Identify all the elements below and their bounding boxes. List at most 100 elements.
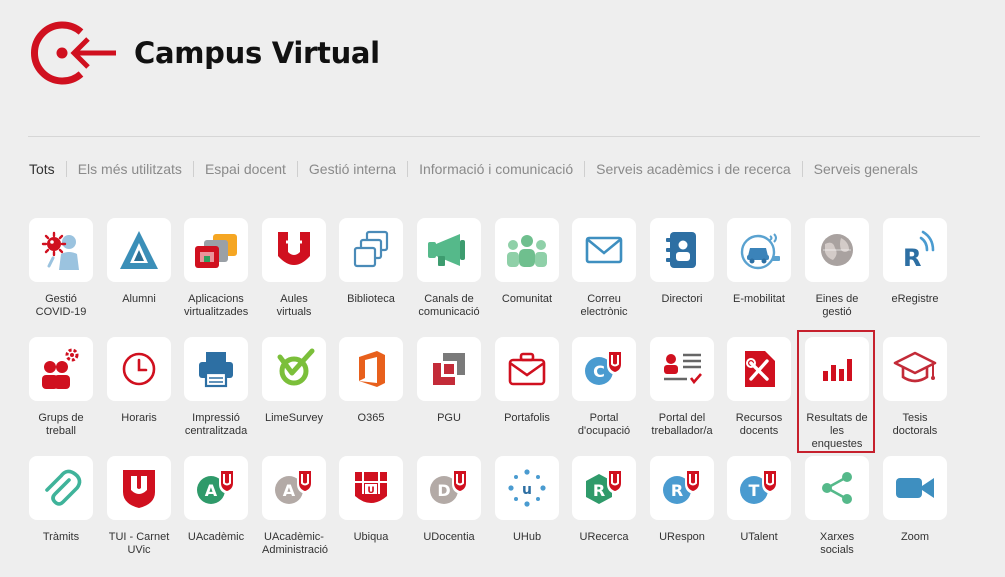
app-portafolis[interactable]: Portafolis [495, 337, 573, 425]
r-hexagon-badge-icon: R [581, 466, 627, 510]
app-recursos-docents[interactable]: Recursos docents [727, 337, 805, 438]
app-resultats-de-les-enquestes[interactable]: Resultats de les enquestes [805, 337, 883, 451]
app-tile[interactable]: T [727, 456, 791, 520]
campus-virtual-logo[interactable]: Campus Virtual [26, 20, 380, 86]
app-impressio-centralitzada[interactable]: Impressió centralitzada [184, 337, 262, 438]
app-uhub[interactable]: u UHub [495, 456, 573, 544]
app-tile[interactable] [727, 337, 791, 401]
filter-serveis-generals[interactable]: Serveis generals [814, 161, 918, 177]
app-directori[interactable]: Directori [650, 218, 728, 306]
app-udocentia[interactable]: D UDocentia [417, 456, 495, 544]
app-tile[interactable]: R [572, 456, 636, 520]
paperclip-icon [39, 466, 83, 510]
app-tile[interactable] [805, 218, 869, 282]
app-tile[interactable]: u [495, 456, 559, 520]
app-tile[interactable] [262, 337, 326, 401]
filter-tots[interactable]: Tots [29, 161, 55, 177]
alumni-a-icon [117, 228, 161, 272]
app-tile[interactable] [29, 337, 93, 401]
app-tile[interactable]: D [417, 456, 481, 520]
app-tesis-doctorals[interactable]: Tesis doctorals [883, 337, 961, 438]
app-tile[interactable]: R [650, 456, 714, 520]
envelope-icon [582, 228, 626, 272]
app-zoom[interactable]: Zoom [883, 456, 961, 544]
app-label: Biblioteca [347, 293, 395, 305]
app-tramits[interactable]: Tràmits [29, 456, 107, 544]
app-label: Portal del treballador/a [651, 412, 713, 437]
filter-separator [407, 161, 409, 177]
app-tile[interactable] [29, 218, 93, 282]
r-uvic-badge-icon: R [659, 466, 705, 510]
app-label: Alumni [122, 293, 156, 305]
app-label: Canals de comunicació [418, 293, 480, 318]
app-label: UDocentia [423, 531, 475, 543]
app-tile[interactable] [805, 456, 869, 520]
app-uacademic-administracio[interactable]: A UAcadèmic-Administració [262, 456, 340, 557]
filter-gestio-interna[interactable]: Gestió interna [309, 161, 396, 177]
app-tile[interactable] [805, 337, 869, 401]
filter-espai-docent[interactable]: Espai docent [205, 161, 286, 177]
app-tile[interactable]: C [572, 337, 636, 401]
app-tile[interactable] [339, 218, 403, 282]
app-tile[interactable] [107, 337, 171, 401]
app-horaris[interactable]: Horaris [107, 337, 185, 425]
app-tile[interactable] [107, 456, 171, 520]
d-uvic-badge-icon: D [426, 466, 472, 510]
app-tile[interactable]: A [184, 456, 248, 520]
app-label: Comunitat [501, 293, 553, 305]
app-aules-virtuals[interactable]: Aules virtuals [262, 218, 340, 319]
app-tile[interactable] [883, 456, 947, 520]
app-biblioteca[interactable]: Biblioteca [339, 218, 417, 306]
video-camera-icon [892, 468, 938, 508]
app-tile[interactable] [339, 337, 403, 401]
app-utalent[interactable]: T UTalent [727, 456, 805, 544]
app-tile[interactable] [417, 218, 481, 282]
app-grups-de-treball[interactable]: Grups de treball [29, 337, 107, 438]
header-divider [28, 136, 980, 137]
app-e-mobilitat[interactable]: E-mobilitat [727, 218, 805, 306]
app-label: Horaris [121, 412, 157, 424]
app-uacademic[interactable]: A UAcadèmic [184, 456, 262, 544]
app-portal-docupacio[interactable]: C Portal d'ocupació [572, 337, 650, 438]
app-tile[interactable] [727, 218, 791, 282]
filter-serveis-academics-i-de-recerca[interactable]: Serveis acadèmics i de recerca [596, 161, 791, 177]
app-tile[interactable] [417, 337, 481, 401]
app-aplicacions-virtualitzades[interactable]: Aplicacions virtualitzades [184, 218, 262, 319]
app-urecerca[interactable]: R URecerca [572, 456, 650, 544]
app-tile[interactable] [29, 456, 93, 520]
app-gestio-covid-19[interactable]: Gestió COVID-19 [29, 218, 107, 319]
app-xarxes-socials[interactable]: Xarxes socials [805, 456, 883, 557]
app-alumni[interactable]: Alumni [107, 218, 185, 306]
svg-text:A: A [283, 481, 296, 500]
app-tile[interactable]: U [339, 456, 403, 520]
a-uvic-badge-icon: A [193, 466, 239, 510]
svg-text:U: U [367, 486, 374, 496]
app-canals-de-comunicacio[interactable]: Canals de comunicació [417, 218, 495, 319]
app-pgu[interactable]: PGU [417, 337, 495, 425]
app-tile[interactable] [107, 218, 171, 282]
app-urespon[interactable]: R URespon [650, 456, 728, 544]
app-tile[interactable] [184, 218, 248, 282]
app-ubiqua[interactable]: U Ubiqua [339, 456, 417, 544]
app-comunitat[interactable]: Comunitat [495, 218, 573, 306]
app-eregistre[interactable]: R eRegistre [883, 218, 961, 306]
app-tile[interactable] [262, 218, 326, 282]
app-o365[interactable]: O365 [339, 337, 417, 425]
briefcase-icon [505, 347, 549, 391]
app-tile[interactable]: R [883, 218, 947, 282]
filter-informacio-i-comunicacio[interactable]: Informació i comunicació [419, 161, 573, 177]
app-tile[interactable] [572, 218, 636, 282]
app-tile[interactable] [650, 218, 714, 282]
app-tile[interactable] [495, 218, 559, 282]
app-tile[interactable] [883, 337, 947, 401]
app-correu-electronic[interactable]: Correu electrònic [572, 218, 650, 319]
app-limesurvey[interactable]: LimeSurvey [262, 337, 340, 425]
app-eines-de-gestio[interactable]: Eines de gestió [805, 218, 883, 319]
app-tile[interactable]: A [262, 456, 326, 520]
app-portal-del-treballador[interactable]: Portal del treballador/a [650, 337, 728, 438]
app-tile[interactable] [650, 337, 714, 401]
filter-els-mes-utilitzats[interactable]: Els més utilitzats [78, 161, 182, 177]
app-tui-carnet-uvic[interactable]: TUI - Carnet UVic [107, 456, 185, 557]
app-tile[interactable] [184, 337, 248, 401]
app-tile[interactable] [495, 337, 559, 401]
